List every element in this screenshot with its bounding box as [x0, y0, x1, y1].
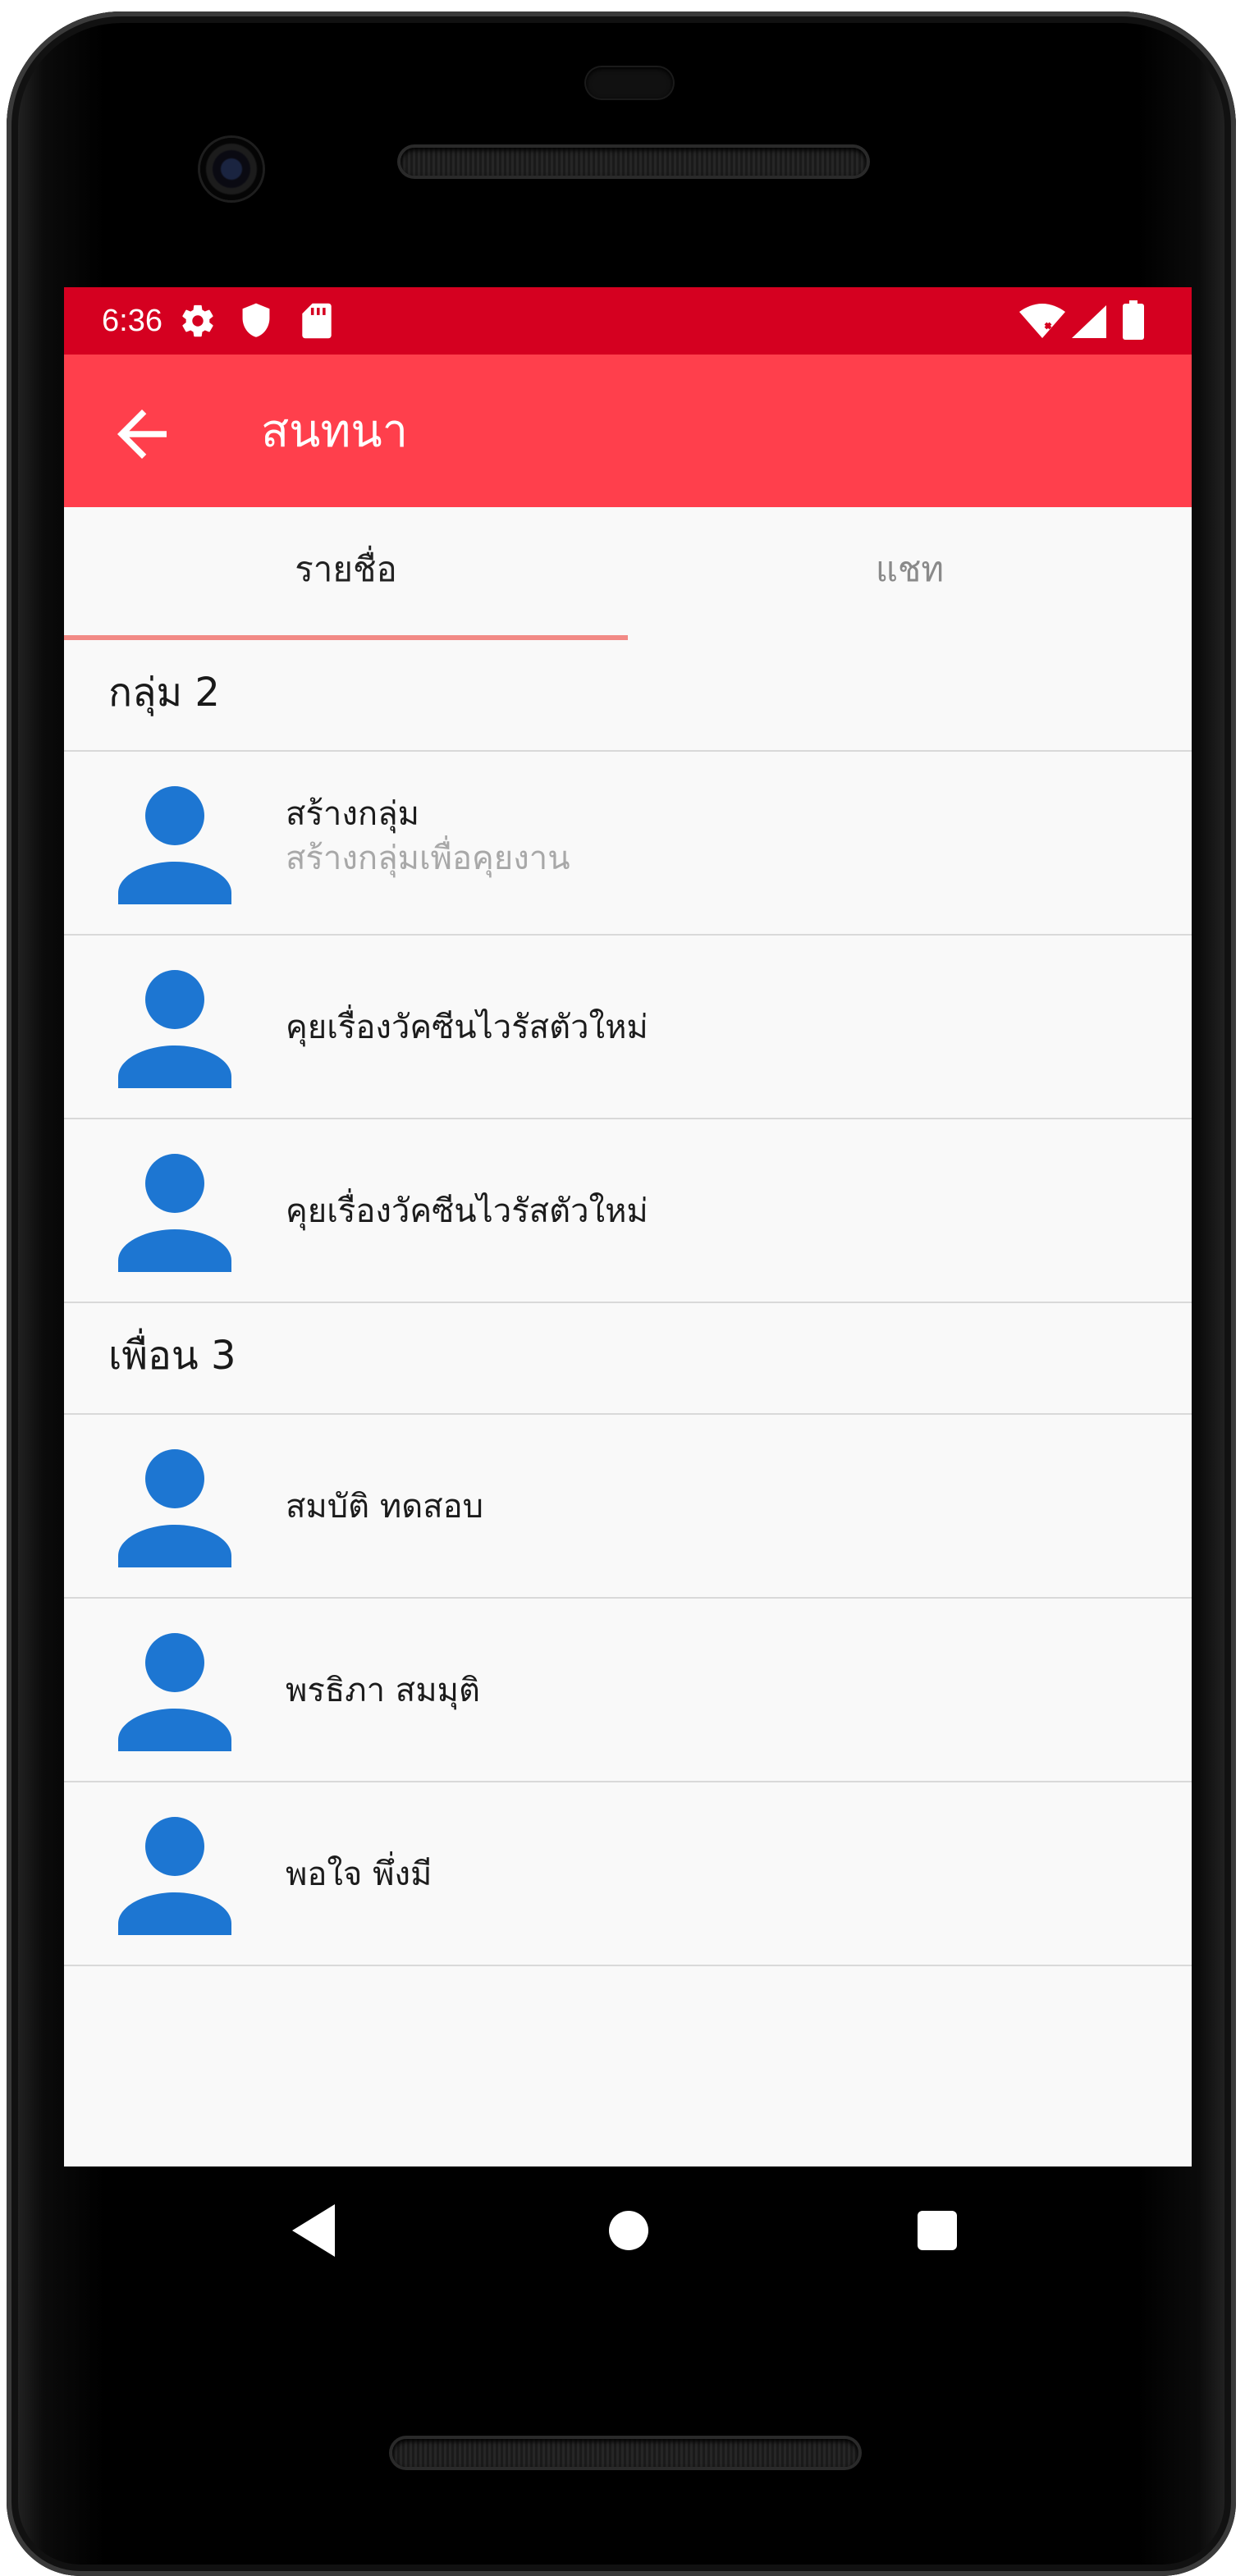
list-item[interactable]: พอใจ พึ่งมี	[64, 1782, 1192, 1966]
person-icon	[118, 786, 231, 904]
list-item-title: สร้างกลุ่ม	[286, 795, 419, 833]
battery-icon	[1123, 300, 1144, 343]
back-triangle-icon	[292, 2204, 335, 2257]
list-item[interactable]: สมบัติ ทดสอบ	[64, 1415, 1192, 1599]
gear-icon	[179, 302, 217, 343]
section-title: กลุ่ม 2	[108, 670, 220, 716]
recents-square-icon	[918, 2211, 957, 2250]
status-time: 6:36	[102, 304, 162, 338]
list-item-title: สมบัติ ทดสอบ	[286, 1488, 484, 1526]
list-item-title: พอใจ พึ่งมี	[286, 1855, 433, 1893]
person-icon	[118, 1449, 231, 1567]
list-item-subtitle: สร้างกลุ่มเพื่อคุยงาน	[286, 840, 570, 877]
section-title: เพื่อน 3	[108, 1333, 236, 1379]
shield-icon	[240, 302, 272, 343]
section-header-friends: เพื่อน 3	[64, 1303, 1192, 1415]
person-icon	[118, 970, 231, 1088]
person-icon	[118, 1633, 231, 1751]
tab-contacts[interactable]: รายชื่อ	[64, 507, 628, 640]
sd-card-icon	[302, 302, 332, 343]
person-icon	[118, 1817, 231, 1935]
nav-back-button[interactable]	[286, 2198, 351, 2263]
list-item[interactable]: คุยเรื่องวัคซีนไวรัสตัวใหม่	[64, 1119, 1192, 1303]
arrow-left-icon	[117, 410, 167, 459]
nav-recents-button[interactable]	[904, 2198, 970, 2263]
proximity-sensor	[586, 67, 673, 98]
system-nav-bar	[64, 2166, 1192, 2290]
list-item[interactable]: คุยเรื่องวัคซีนไวรัสตัวใหม่	[64, 936, 1192, 1119]
list-item-title: คุยเรื่องวัคซีนไวรัสตัวใหม่	[286, 1192, 648, 1230]
list-item-title: พรธิภา สมมุติ	[286, 1672, 480, 1709]
nav-home-button[interactable]	[596, 2198, 661, 2263]
list-item-title: คุยเรื่องวัคซีนไวรัสตัวใหม่	[286, 1009, 648, 1046]
person-icon	[118, 1154, 231, 1272]
back-button[interactable]	[105, 397, 179, 471]
status-bar: 6:36	[64, 287, 1192, 355]
wifi-icon	[1019, 304, 1065, 341]
section-header-groups: กลุ่ม 2	[64, 640, 1192, 752]
app-bar: สนทนา	[64, 355, 1192, 507]
bottom-speaker	[392, 2439, 858, 2467]
earpiece-speaker	[401, 148, 867, 176]
app-screen: 6:36 สนทนา รายชื่อ แชท กลุ่ม 2 สร้างกลุ่…	[64, 287, 1192, 2166]
front-camera	[200, 138, 263, 200]
home-circle-icon	[609, 2211, 648, 2250]
signal-icon	[1072, 305, 1106, 341]
list-item[interactable]: พรธิภา สมมุติ	[64, 1599, 1192, 1782]
page-title: สนทนา	[261, 405, 409, 458]
tab-bar: รายชื่อ แชท	[64, 507, 1192, 640]
tab-chat[interactable]: แชท	[628, 507, 1192, 640]
list-item-create-group[interactable]: สร้างกลุ่ม สร้างกลุ่มเพื่อคุยงาน	[64, 752, 1192, 936]
